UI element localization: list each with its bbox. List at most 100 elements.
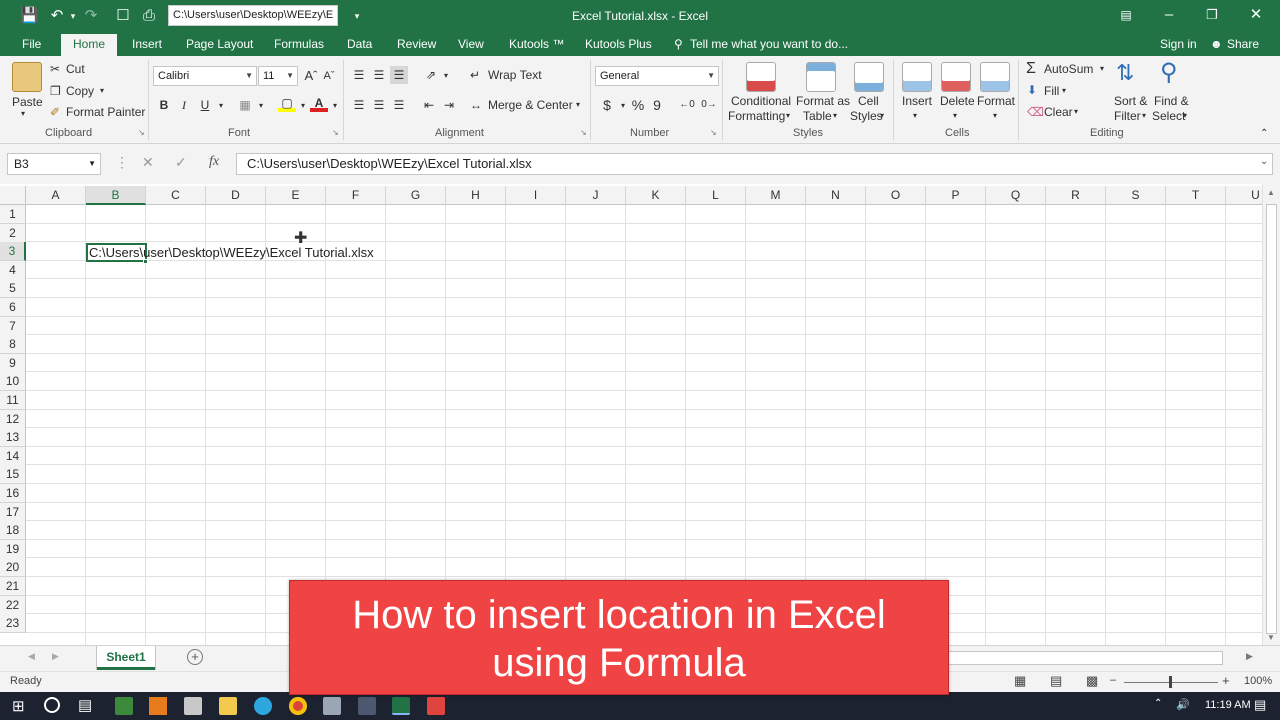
italic-button[interactable]: I: [175, 96, 193, 114]
column-header[interactable]: C: [146, 186, 206, 205]
shrink-font-icon[interactable]: Aˇ: [320, 67, 338, 85]
orientation-dropdown-icon[interactable]: ▾: [437, 67, 455, 85]
cell-styles-icon[interactable]: [854, 62, 884, 92]
vertical-scrollbar[interactable]: ▲ ▼: [1262, 184, 1280, 645]
cell-styles-label-2[interactable]: Styles: [850, 109, 883, 123]
tab-kutools-plus[interactable]: Kutools Plus: [585, 37, 652, 51]
row-header[interactable]: 5: [0, 279, 26, 299]
chevron-down-icon[interactable]: ▾: [880, 111, 884, 120]
row-header[interactable]: 14: [0, 446, 26, 466]
row-header[interactable]: 23: [0, 614, 26, 634]
align-right-icon[interactable]: ☰: [390, 96, 408, 114]
close-button[interactable]: ✕: [1242, 4, 1270, 26]
column-header[interactable]: R: [1046, 186, 1106, 205]
find-select-label-2[interactable]: Select: [1152, 109, 1185, 123]
column-header[interactable]: M: [746, 186, 806, 205]
cancel-icon[interactable]: ✕: [142, 154, 154, 171]
insert-cells-icon[interactable]: [902, 62, 932, 92]
increase-decimal-icon[interactable]: ←0: [678, 96, 696, 114]
copy-button[interactable]: Copy: [66, 84, 94, 98]
paste-icon[interactable]: [12, 62, 42, 92]
row-header[interactable]: 15: [0, 465, 26, 485]
chevron-down-icon[interactable]: ▾: [1074, 107, 1078, 116]
column-header[interactable]: J: [566, 186, 626, 205]
scroll-up-icon[interactable]: ▲: [1267, 188, 1275, 197]
column-header[interactable]: D: [206, 186, 266, 205]
cortana-icon[interactable]: [44, 697, 60, 713]
expand-formula-bar-icon[interactable]: ⌄: [1260, 156, 1268, 167]
next-sheet-icon[interactable]: ▶: [52, 651, 59, 662]
row-header[interactable]: 3: [0, 242, 26, 262]
normal-view-icon[interactable]: ▦: [1014, 673, 1026, 689]
sort-filter-label-1[interactable]: Sort &: [1114, 94, 1147, 108]
alignment-launcher-icon[interactable]: ↘: [580, 128, 587, 137]
row-header[interactable]: 22: [0, 595, 26, 615]
vlc-icon[interactable]: [149, 697, 167, 715]
conditional-formatting-label-1[interactable]: Conditional: [731, 94, 791, 108]
borders-dropdown-icon[interactable]: ▾: [252, 97, 270, 115]
column-header[interactable]: O: [866, 186, 926, 205]
scroll-right-icon[interactable]: ▶: [1246, 651, 1253, 662]
delete-cells-icon[interactable]: [941, 62, 971, 92]
delete-cells-button[interactable]: Delete: [940, 94, 975, 108]
row-header[interactable]: 10: [0, 372, 26, 392]
font-name-select[interactable]: Calibri ▼: [153, 66, 257, 86]
name-box[interactable]: B3 ▼: [7, 153, 101, 175]
row-header[interactable]: 9: [0, 353, 26, 373]
tab-home[interactable]: Home: [61, 34, 118, 56]
zoom-level[interactable]: 100%: [1244, 675, 1272, 687]
column-header[interactable]: P: [926, 186, 986, 205]
column-header[interactable]: K: [626, 186, 686, 205]
column-header[interactable]: I: [506, 186, 566, 205]
paste-button[interactable]: Paste: [12, 95, 43, 109]
clipboard-launcher-icon[interactable]: ↘: [138, 128, 145, 137]
zoom-out-icon[interactable]: –: [1110, 674, 1116, 686]
row-header[interactable]: 19: [0, 539, 26, 559]
chevron-down-icon[interactable]: ▾: [833, 111, 837, 120]
notifications-icon[interactable]: ▤: [1254, 697, 1266, 713]
number-format-select[interactable]: General ▼: [595, 66, 719, 86]
align-bottom-icon[interactable]: ☰: [390, 66, 408, 84]
ribbon-display-options-icon[interactable]: ▤: [1112, 4, 1140, 26]
chrome-icon[interactable]: [289, 697, 307, 715]
scroll-down-icon[interactable]: ▼: [1267, 633, 1275, 642]
keyboard-icon[interactable]: [358, 697, 376, 715]
enter-icon[interactable]: ✓: [175, 154, 187, 171]
column-header[interactable]: Q: [986, 186, 1046, 205]
tell-me-search[interactable]: Tell me what you want to do...: [690, 37, 848, 51]
cell-b3[interactable]: C:\Users\user\Desktop\WEEzy\Excel Tutori…: [89, 244, 374, 261]
select-all-button[interactable]: [0, 186, 26, 205]
collapse-ribbon-icon[interactable]: ⌃: [1260, 128, 1268, 139]
row-header[interactable]: 11: [0, 391, 26, 410]
clear-button[interactable]: Clear: [1044, 105, 1073, 119]
share-button[interactable]: Share: [1227, 37, 1259, 51]
copy-dropdown-icon[interactable]: ▾: [100, 86, 104, 95]
new-sheet-icon[interactable]: +: [187, 649, 203, 665]
font-size-select[interactable]: 11 ▼: [258, 66, 298, 86]
tab-insert[interactable]: Insert: [132, 37, 162, 51]
column-header[interactable]: L: [686, 186, 746, 205]
clock-time[interactable]: 11:19 AM: [1205, 699, 1251, 711]
column-header[interactable]: B: [86, 186, 146, 205]
autosum-button[interactable]: AutoSum: [1044, 62, 1093, 76]
row-header[interactable]: 20: [0, 558, 26, 578]
font-launcher-icon[interactable]: ↘: [332, 128, 339, 137]
sheet-tab-sheet1[interactable]: Sheet1: [97, 646, 155, 670]
wrap-text-button[interactable]: Wrap Text: [488, 68, 542, 82]
format-cells-button[interactable]: Format: [977, 94, 1015, 108]
merge-center-button[interactable]: Merge & Center: [488, 98, 573, 112]
row-header[interactable]: 2: [0, 223, 26, 243]
chevron-down-icon[interactable]: ▾: [1142, 111, 1146, 120]
paste-dropdown-icon[interactable]: ▾: [21, 109, 25, 118]
sign-in-link[interactable]: Sign in: [1160, 37, 1197, 51]
file-explorer-icon[interactable]: [219, 697, 237, 715]
row-header[interactable]: 21: [0, 577, 26, 596]
row-header[interactable]: 6: [0, 298, 26, 317]
formula-input[interactable]: C:\Users\user\Desktop\WEEzy\Excel Tutori…: [236, 153, 1273, 175]
zoom-slider-thumb[interactable]: [1169, 676, 1172, 688]
column-header[interactable]: A: [26, 186, 86, 205]
align-middle-icon[interactable]: ☰: [370, 66, 388, 84]
merge-dropdown-icon[interactable]: ▾: [576, 100, 580, 109]
conditional-formatting-label-2[interactable]: Formatting: [728, 109, 785, 123]
format-cells-icon[interactable]: [980, 62, 1010, 92]
